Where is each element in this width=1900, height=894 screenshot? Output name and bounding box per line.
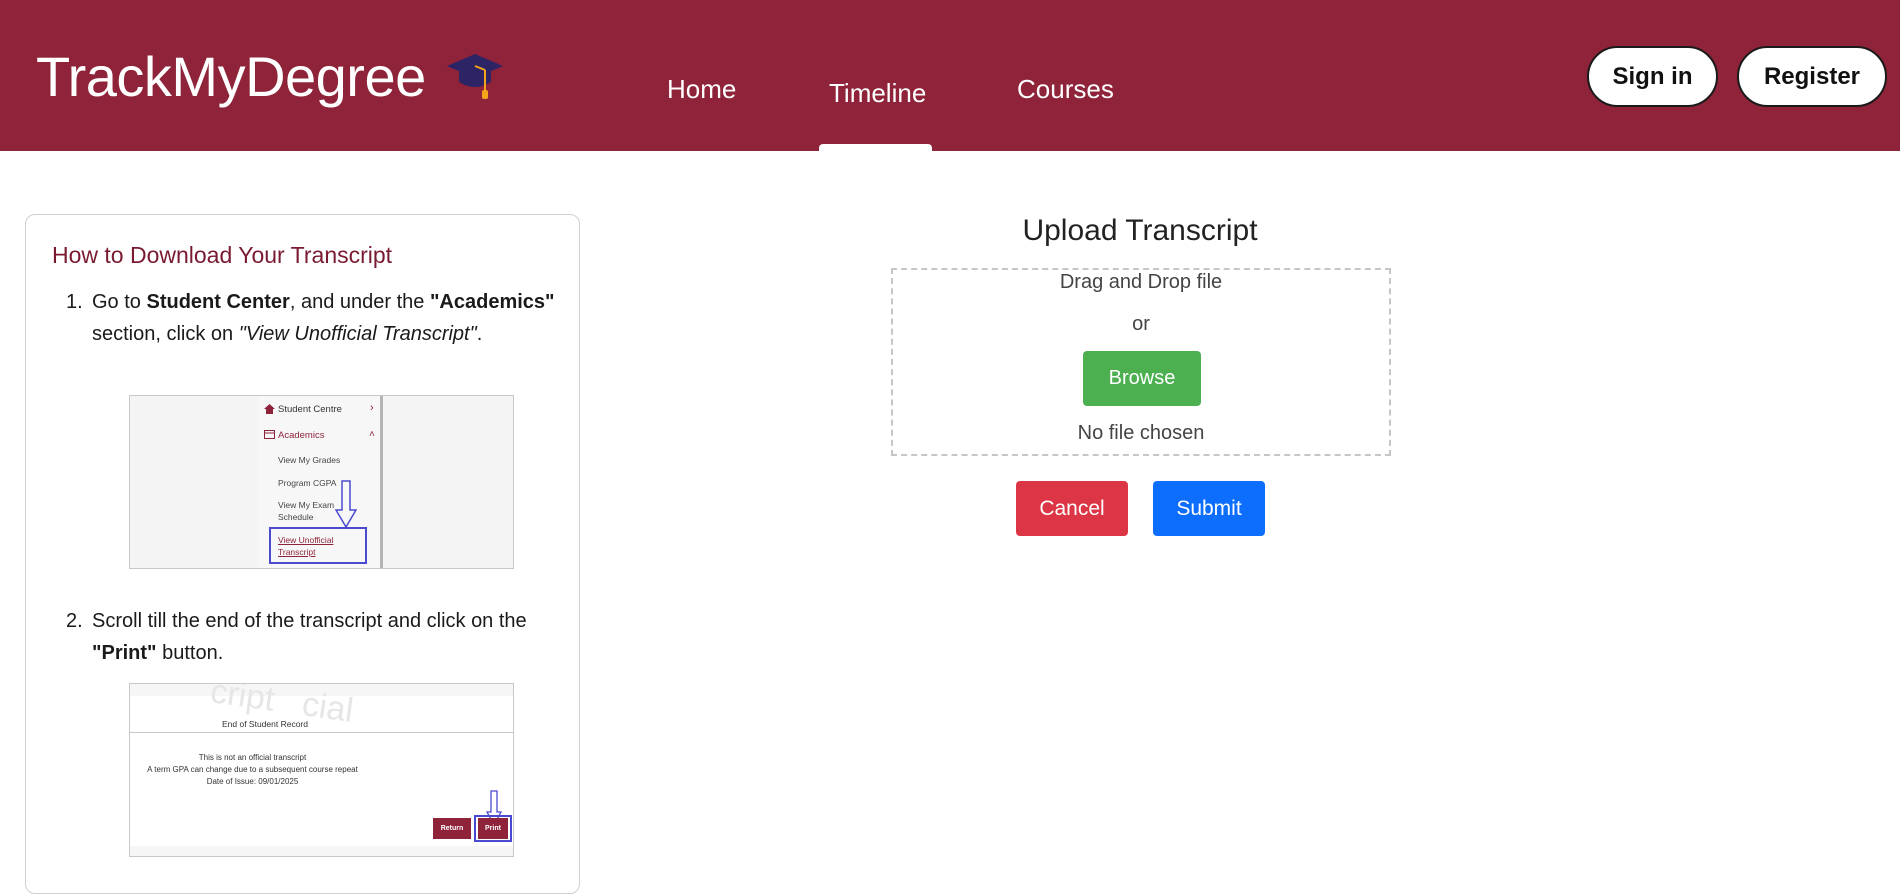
- step-number: 2.: [66, 610, 83, 632]
- sign-in-button[interactable]: Sign in: [1587, 46, 1718, 107]
- step-bold: Student Center: [146, 291, 290, 313]
- graduation-cap-icon: [447, 54, 503, 99]
- nav-courses[interactable]: Courses: [1017, 74, 1114, 105]
- chevron-right-icon: ›: [370, 402, 374, 414]
- transcript-end-panel: cript cial End of Student Record This is…: [130, 684, 513, 846]
- menu-student-centre: Student Centre: [278, 404, 342, 415]
- divider: [130, 732, 513, 733]
- end-of-record: End of Student Record: [221, 719, 308, 729]
- home-icon: [264, 404, 275, 414]
- academics-menu: Student Centre › Academics ˄ View My Gra…: [258, 396, 383, 568]
- step-text: , and under the: [289, 291, 430, 313]
- calendar-icon: [264, 430, 275, 439]
- step-bold: "Print": [92, 642, 157, 664]
- step-1: 1. Go to Student Center, and under the "A…: [66, 286, 562, 350]
- drop-zone[interactable]: Drag and Drop file or Browse No file cho…: [891, 268, 1391, 456]
- top-nav-bar: TrackMyDegree Home Timeline Courses Sign…: [0, 0, 1900, 151]
- logo-text[interactable]: TrackMyDegree: [36, 44, 426, 109]
- transcript-date: Date of Issue: 09/01/2025: [206, 777, 299, 786]
- menu-view-exam: View My Exam: [278, 500, 335, 510]
- submit-button[interactable]: Submit: [1153, 481, 1265, 536]
- print-screenshot: cript cial End of Student Record This is…: [129, 683, 514, 857]
- step-text: .: [476, 323, 483, 345]
- menu-academics: Academics: [278, 430, 325, 441]
- menu-view-unofficial: View Unofficial: [278, 535, 334, 545]
- student-center-screenshot: Student Centre › Academics ˄ View My Gra…: [129, 395, 514, 569]
- upload-title: Upload Transcript: [1022, 214, 1258, 247]
- step-2: 2. Scroll till the end of the transcript …: [66, 605, 562, 669]
- cancel-button[interactable]: Cancel: [1016, 481, 1128, 536]
- step-number: 1.: [66, 291, 83, 313]
- drag-drop-text: Drag and Drop file: [1059, 271, 1223, 293]
- step-italic: "View Unofficial Transcript": [238, 323, 477, 345]
- menu-transcript: Transcript: [278, 547, 316, 557]
- instructions-card: How to Download Your Transcript 1. Go to …: [25, 214, 580, 894]
- nav-timeline[interactable]: Timeline: [829, 78, 926, 109]
- menu-view-grades: View My Grades: [278, 455, 341, 465]
- step-text: Go to: [92, 291, 147, 313]
- browse-button[interactable]: Browse: [1083, 351, 1201, 406]
- menu-schedule: Schedule: [278, 512, 314, 522]
- step-bold: "Academics": [429, 291, 555, 313]
- chevron-up-icon: ˄: [369, 429, 375, 440]
- step-text: button.: [156, 642, 224, 664]
- or-text: or: [1132, 313, 1150, 335]
- register-button[interactable]: Register: [1737, 46, 1887, 107]
- transcript-note-1: This is not an official transcript: [198, 753, 307, 762]
- return-button: Return: [433, 818, 471, 839]
- active-tab-indicator: [819, 144, 932, 151]
- menu-program-cgpa: Program CGPA: [278, 478, 337, 488]
- down-arrow-icon: [335, 480, 357, 528]
- transcript-note-2: A term GPA can change due to a subsequen…: [147, 765, 358, 774]
- step-text: section, click on: [92, 323, 239, 345]
- nav-home[interactable]: Home: [667, 74, 736, 105]
- step-text: Scroll till the end of the transcript an…: [92, 610, 527, 632]
- instructions-title: How to Download Your Transcript: [52, 242, 393, 268]
- file-status: No file chosen: [1077, 422, 1205, 444]
- print-button: Print: [478, 818, 508, 839]
